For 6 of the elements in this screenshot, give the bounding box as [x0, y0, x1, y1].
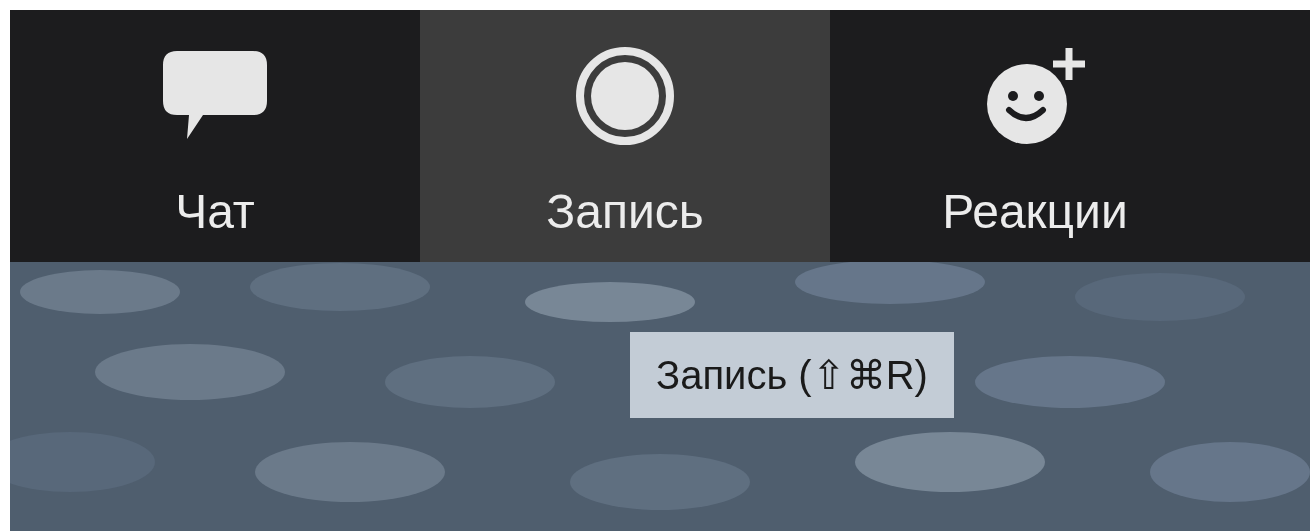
toolbar-button[interactable]: Запись — [420, 10, 830, 262]
speech-bubble-icon — [163, 51, 267, 141]
tooltip: Запись (⇧⌘R) — [630, 332, 954, 418]
toolbar-button[interactable]: Реакции — [830, 10, 1240, 262]
record-icon — [575, 46, 675, 146]
toolbar-button[interactable]: Чат — [10, 10, 420, 262]
